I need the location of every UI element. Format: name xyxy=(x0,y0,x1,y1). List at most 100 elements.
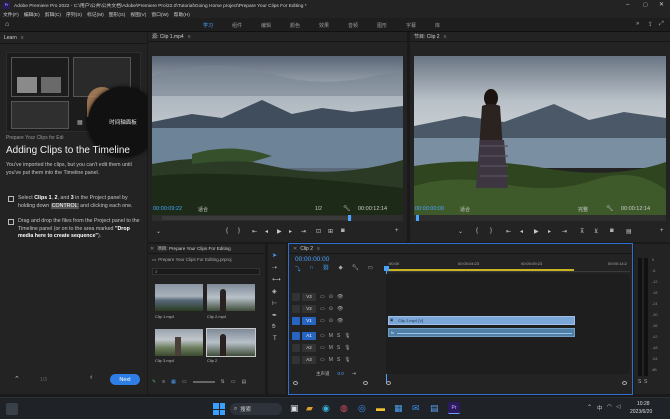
learn-panel-title[interactable]: Learn xyxy=(4,35,17,41)
step-forward-icon[interactable]: ▸ xyxy=(548,228,551,235)
source-playhead[interactable] xyxy=(348,215,351,221)
wrench-icon[interactable]: 🔧︎ xyxy=(606,205,614,212)
sync-lock-icon[interactable]: ▭ xyxy=(320,306,325,312)
menu-item[interactable]: 图形(G) xyxy=(109,11,126,18)
mic-icon[interactable]: 🎙︎ xyxy=(344,357,350,363)
wrench-icon[interactable]: 🔧︎ xyxy=(343,205,351,212)
timeline-tab[interactable]: Clip 2 xyxy=(300,246,313,252)
mic-icon[interactable]: 🎙︎ xyxy=(344,333,350,339)
comparison-icon[interactable]: ▤ xyxy=(626,228,632,235)
add-button-icon[interactable]: + xyxy=(660,228,664,234)
timeline-ruler[interactable]: :00:00 00:00:04:23 00:00:09:23 00:00:14:… xyxy=(386,256,630,272)
store-icon[interactable]: ◍ xyxy=(340,403,348,414)
track-target[interactable]: V3 xyxy=(302,292,316,301)
source-scrubber[interactable] xyxy=(152,215,403,221)
panel-menu-icon[interactable]: ≡ xyxy=(444,34,447,40)
ime-icon[interactable]: 中 xyxy=(597,404,603,412)
mic-icon[interactable]: 🎙︎ xyxy=(344,345,350,351)
source-tab[interactable]: 源: Clip 1.mp4 xyxy=(152,33,184,40)
go-to-out-icon[interactable]: ⇥ xyxy=(301,228,306,235)
project-search[interactable]: ⌕ xyxy=(152,268,260,275)
track-target[interactable]: V1 xyxy=(302,316,316,325)
menu-item[interactable]: 视图(V) xyxy=(130,11,146,18)
track-source-patch[interactable] xyxy=(292,343,300,352)
track-source-patch[interactable] xyxy=(292,331,300,340)
timeline-timecode[interactable]: 00:00:00:00 xyxy=(295,256,329,263)
list-view-icon[interactable]: ≡ xyxy=(162,379,165,385)
step1-checkbox[interactable] xyxy=(8,196,14,202)
edge-icon[interactable]: ◉ xyxy=(322,403,330,414)
snap-icon[interactable]: ∩ xyxy=(310,265,314,273)
clip-thumbnail[interactable] xyxy=(155,329,203,356)
track-target[interactable]: A1 xyxy=(302,331,316,340)
workspace-tab[interactable]: 音频 xyxy=(348,22,358,29)
menu-item[interactable]: 帮助(H) xyxy=(174,11,190,18)
menu-item[interactable]: 文件(F) xyxy=(3,11,19,18)
volume-icon[interactable]: ◁ xyxy=(616,404,620,410)
mark-in-icon[interactable]: { xyxy=(476,228,478,234)
workspace-tab[interactable]: 学习 xyxy=(203,22,213,29)
track-source-patch[interactable] xyxy=(292,292,300,301)
taskbar-search[interactable]: ⌕ 搜索 xyxy=(230,403,282,415)
pen-tool-icon[interactable]: ✒ xyxy=(272,312,277,319)
extract-icon[interactable]: ⊻ xyxy=(594,228,598,235)
mark-out-icon[interactable]: } xyxy=(238,228,240,234)
marker-icon[interactable]: ⌄ xyxy=(156,228,161,235)
pencil-icon[interactable]: ✎ xyxy=(152,379,156,385)
workspace-tab[interactable]: 字幕 xyxy=(406,22,416,29)
export-frame-icon[interactable]: ◙ xyxy=(341,228,345,234)
step-back-icon[interactable]: ◂ xyxy=(520,228,523,235)
lock-icon[interactable]: ⊙ xyxy=(329,294,333,300)
lock-icon[interactable]: ⊙ xyxy=(329,318,333,324)
go-to-in-icon[interactable]: ⇤ xyxy=(252,228,257,235)
clip-thumbnail-selected[interactable] xyxy=(206,328,256,357)
add-marker-icon[interactable]: ◆ xyxy=(338,265,342,273)
settings-icon[interactable]: 🔧︎ xyxy=(352,265,359,273)
program-timecode-in[interactable]: 00:00:00:00 xyxy=(415,206,444,212)
mark-out-icon[interactable]: } xyxy=(490,228,492,234)
files-icon[interactable]: ▬ xyxy=(376,403,385,413)
close-icon[interactable]: ✕ xyxy=(150,246,154,252)
go-to-out-icon[interactable]: ⇥ xyxy=(562,228,567,235)
browser-icon[interactable]: ◎ xyxy=(358,403,366,414)
clock-date[interactable]: 2023/6/20 xyxy=(630,409,652,415)
sort-icon[interactable]: ⇅ xyxy=(221,379,225,385)
panel-menu-icon[interactable]: ≡ xyxy=(21,35,24,41)
new-item-icon[interactable]: ▤ xyxy=(242,379,247,385)
step-forward-icon[interactable]: ▸ xyxy=(289,228,292,235)
menu-item[interactable]: 序列(S) xyxy=(66,11,82,18)
track-target[interactable]: A2 xyxy=(302,343,316,352)
track-source-patch[interactable] xyxy=(292,355,300,364)
sync-lock-icon[interactable]: ▭ xyxy=(320,318,325,324)
insert-sequence-icon[interactable]: ⤵ xyxy=(295,265,301,273)
lock-icon[interactable]: ⊙ xyxy=(329,306,333,312)
audio-clip[interactable]: fx xyxy=(388,328,575,337)
store-bag-icon[interactable]: ▤ xyxy=(430,403,439,414)
premiere-taskbar-icon[interactable]: Pr xyxy=(448,402,460,414)
timeline-scrollbar[interactable] xyxy=(293,381,379,385)
sync-lock-icon[interactable]: ▭ xyxy=(320,345,325,351)
menu-item[interactable]: 剪辑(C) xyxy=(45,11,61,18)
step-back-icon[interactable]: ◂ xyxy=(265,228,268,235)
track-target[interactable]: V2 xyxy=(302,304,316,313)
home-icon[interactable]: ⌂ xyxy=(5,21,9,28)
freeform-view-icon[interactable]: ▭ xyxy=(182,379,187,385)
close-icon[interactable]: ✕ xyxy=(293,246,297,252)
play-icon[interactable]: ▶ xyxy=(277,228,282,235)
close-button[interactable]: ✕ xyxy=(659,1,664,8)
source-timecode-in[interactable]: 00:00:09:22 xyxy=(153,206,182,212)
clock-time[interactable]: 10:28 xyxy=(637,401,650,407)
solo-button[interactable]: S xyxy=(644,379,647,385)
selection-tool-icon[interactable]: ➤ xyxy=(272,252,277,259)
menu-item[interactable]: 窗口(W) xyxy=(151,11,168,18)
fullscreen-icon[interactable]: ⤢ xyxy=(659,21,664,28)
slip-tool-icon[interactable]: ⊢ xyxy=(272,300,277,307)
track-source-patch[interactable] xyxy=(292,304,300,313)
mute-button[interactable]: M xyxy=(329,333,333,339)
workspace-menu-icon[interactable]: » xyxy=(636,21,639,27)
sync-lock-icon[interactable]: ▭ xyxy=(320,333,325,339)
panel-menu-icon[interactable]: ≡ xyxy=(317,246,320,252)
next-button[interactable]: Next xyxy=(110,374,140,385)
marker-icon[interactable]: ⌄ xyxy=(458,228,463,235)
app-icon[interactable]: ▦ xyxy=(394,403,403,414)
